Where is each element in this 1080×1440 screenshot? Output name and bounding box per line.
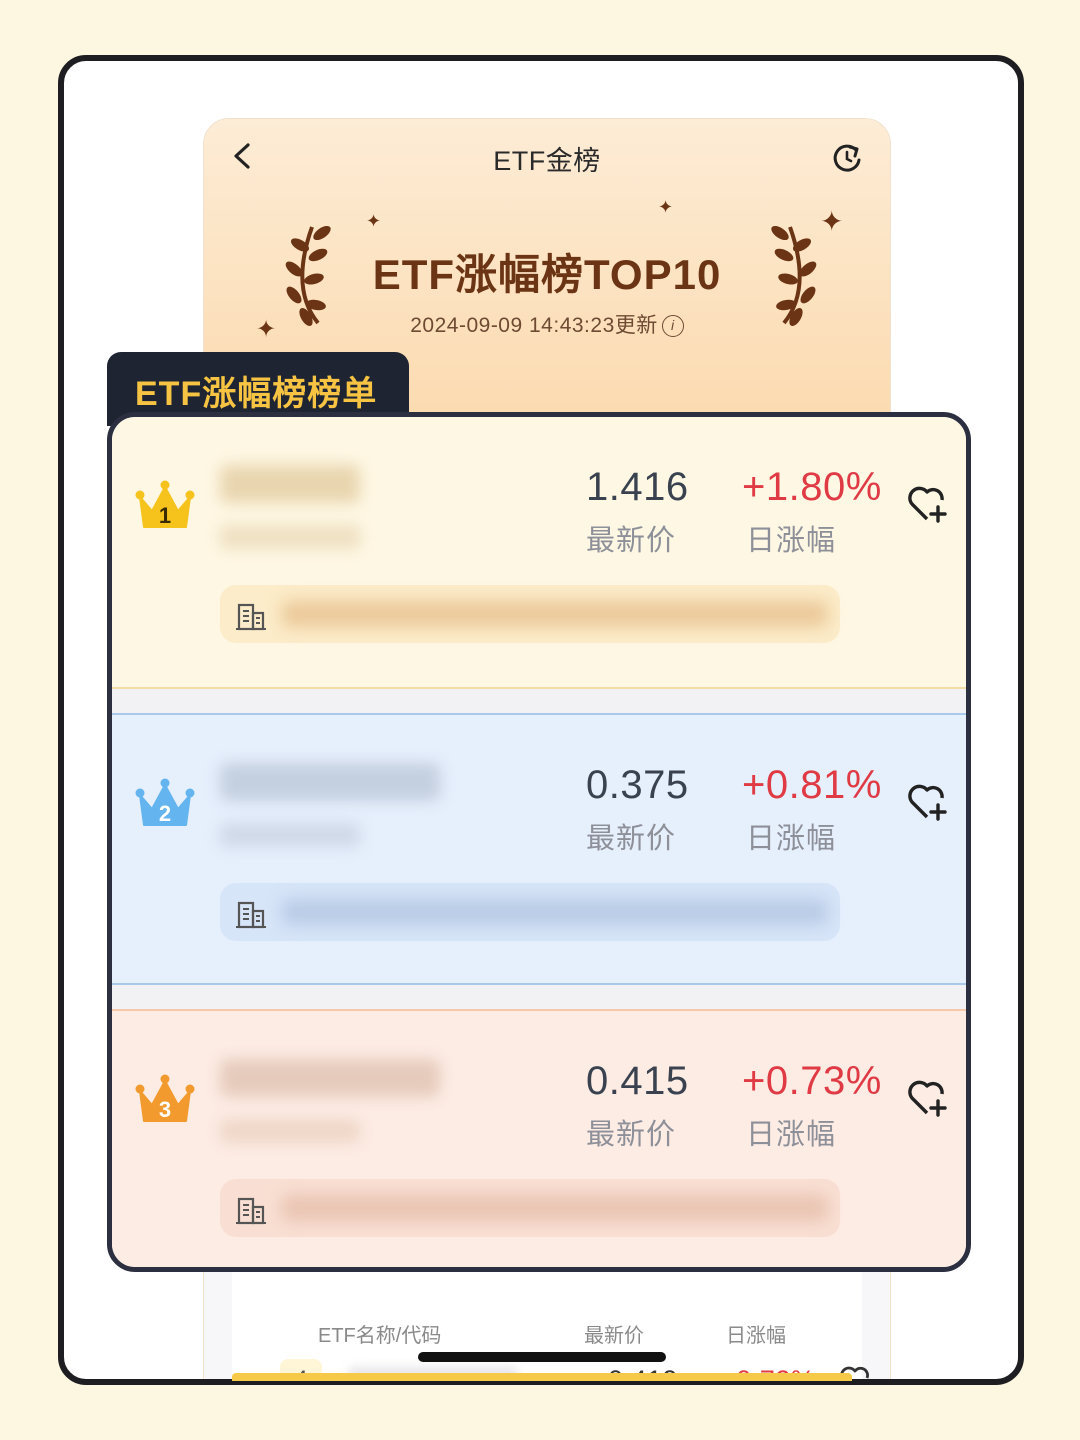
daily-change-label: 日涨幅 [746,525,837,557]
blurred-fund-code [220,823,360,847]
crown-rank: 1 [159,503,171,528]
fund-description [220,1179,840,1237]
heart-plus-icon[interactable] [906,781,950,821]
page-title: ETF金榜 [493,146,601,176]
latest-price-label: 最新价 [586,1119,677,1151]
building-icon [236,1197,266,1225]
heart-plus-icon[interactable] [906,483,950,523]
sparkle-icon: ✦ [366,211,382,231]
heart-plus-icon[interactable] [906,1077,950,1117]
building-icon [236,901,266,929]
daily-change: +0.81% [742,763,882,807]
update-time-text: 2024-09-09 14:43:23更新 [410,314,658,337]
latest-price-label: 最新价 [586,525,677,557]
hero-title: ETF涨幅榜TOP10 [372,251,722,298]
fund-description [220,883,840,941]
top-card-1[interactable]: 1 1.416 最新价 +1.80% 日涨幅 [112,417,966,689]
list-header: ETF名称/代码 最新价 日涨幅 [232,1319,862,1349]
daily-change: +0.73% [742,1059,882,1103]
blurred-fund-name [220,763,440,801]
home-indicator[interactable] [418,1352,666,1362]
section-tab-label: ETF涨幅榜榜单 [135,375,378,413]
crown-icon: 2 [135,778,195,826]
rank-number: 4 [280,1359,322,1379]
blurred-fund-code [220,1119,360,1143]
blurred-fund-name [220,1059,440,1097]
daily-change-label: 日涨幅 [746,1119,837,1151]
header-change: 日涨幅 [726,1325,786,1347]
crown-icon: 1 [135,480,195,528]
crown-icon: 3 [135,1074,195,1122]
info-icon[interactable]: i [661,315,684,338]
latest-price-label: 最新价 [586,823,677,855]
top-card-2[interactable]: 2 0.375 最新价 +0.81% 日涨幅 [112,713,966,985]
header-name: ETF名称/代码 [318,1325,442,1347]
header-price: 最新价 [584,1325,644,1347]
refresh-icon[interactable] [830,141,864,175]
daily-change: +1.80% [742,465,882,509]
crown-rank: 3 [159,1097,171,1122]
update-time: 2024-09-09 14:43:23更新 i [204,309,890,339]
blurred-fund-code [220,525,360,549]
daily-change-label: 日涨幅 [746,823,837,855]
latest-price: 0.375 [586,763,689,807]
blurred-description [282,1195,828,1221]
bottom-accent-bar [232,1373,852,1381]
top-card-3[interactable]: 3 0.415 最新价 +0.73% 日涨幅 [112,1009,966,1267]
table-row[interactable]: 4 0.419 +0.72% [232,1359,869,1379]
blurred-fund-name [220,465,360,503]
top3-card-group: 1 1.416 最新价 +1.80% 日涨幅 2 0.375 最新价 +0.81… [107,412,971,1272]
sparkle-icon: ✦ [658,197,674,217]
blurred-description [282,601,828,627]
building-icon [236,603,266,631]
sparkle-icon: ✦ [820,206,844,237]
fund-description [220,585,840,643]
crown-rank: 2 [159,801,171,826]
blurred-description [282,899,828,925]
latest-price: 1.416 [586,465,689,509]
latest-price: 0.415 [586,1059,689,1103]
